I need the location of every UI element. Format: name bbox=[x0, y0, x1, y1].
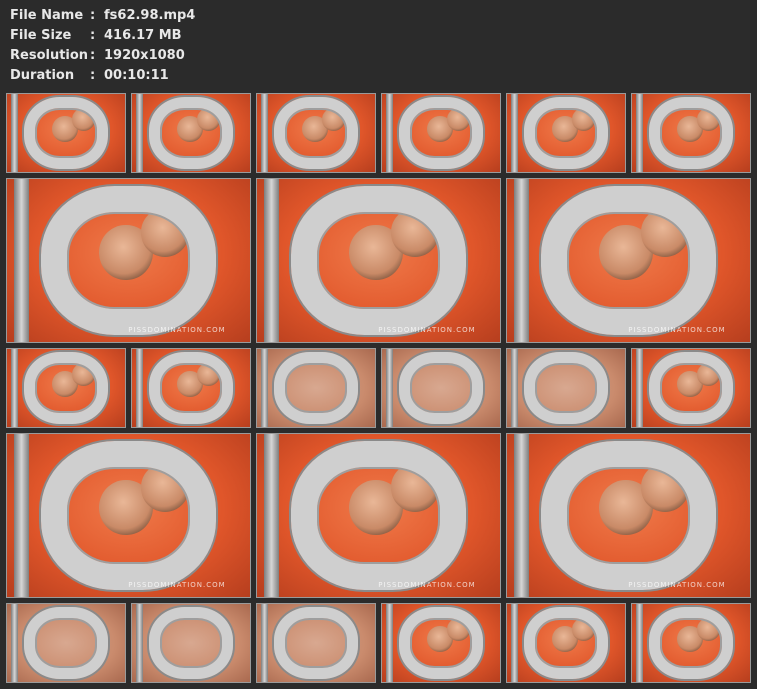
video-thumbnail bbox=[131, 348, 251, 428]
seat-hinge bbox=[510, 349, 518, 427]
video-thumbnail: PISSDOMINATION.COM bbox=[256, 433, 501, 598]
toilet-seat-frame bbox=[23, 97, 109, 169]
seat-hinge bbox=[135, 94, 143, 172]
seat-hinge bbox=[135, 604, 143, 682]
toilet-seat-frame bbox=[523, 352, 609, 424]
seat-hinge bbox=[635, 349, 643, 427]
toilet-seat-frame bbox=[291, 440, 466, 591]
video-thumbnail bbox=[6, 93, 126, 173]
watermark-text: PISSDOMINATION.COM bbox=[378, 325, 476, 334]
video-thumbnail bbox=[631, 93, 751, 173]
toilet-seat-frame bbox=[41, 185, 216, 336]
video-thumbnail bbox=[6, 348, 126, 428]
video-thumbnail bbox=[381, 603, 501, 683]
toilet-seat-frame bbox=[398, 97, 484, 169]
video-thumbnail bbox=[631, 603, 751, 683]
video-thumbnail: PISSDOMINATION.COM bbox=[506, 433, 751, 598]
video-thumbnail: PISSDOMINATION.COM bbox=[6, 433, 251, 598]
seat-hinge bbox=[10, 349, 18, 427]
watermark-text: PISSDOMINATION.COM bbox=[628, 580, 726, 589]
seat-hinge bbox=[135, 349, 143, 427]
video-thumbnail: PISSDOMINATION.COM bbox=[6, 178, 251, 343]
toilet-seat-frame bbox=[273, 97, 359, 169]
video-thumbnail bbox=[131, 93, 251, 173]
seat-hinge bbox=[10, 604, 18, 682]
seat-hinge bbox=[510, 94, 518, 172]
video-thumbnail bbox=[506, 348, 626, 428]
video-thumbnail bbox=[256, 348, 376, 428]
video-thumbnail bbox=[631, 348, 751, 428]
toilet-seat-frame bbox=[291, 185, 466, 336]
video-thumbnail bbox=[381, 348, 501, 428]
toilet-seat-frame bbox=[648, 607, 734, 679]
toilet-seat-frame bbox=[523, 97, 609, 169]
video-thumbnail bbox=[256, 603, 376, 683]
seat-hinge bbox=[260, 604, 268, 682]
seat-hinge bbox=[264, 179, 279, 342]
seat-hinge bbox=[260, 94, 268, 172]
toilet-seat-frame bbox=[148, 97, 234, 169]
toilet-seat-frame bbox=[23, 352, 109, 424]
toilet-seat-frame bbox=[41, 440, 216, 591]
seat-hinge bbox=[10, 94, 18, 172]
toilet-seat-frame bbox=[398, 607, 484, 679]
watermark-text: PISSDOMINATION.COM bbox=[128, 580, 226, 589]
video-thumbnail: PISSDOMINATION.COM bbox=[506, 178, 751, 343]
toilet-seat-frame bbox=[23, 607, 109, 679]
toilet-seat-frame bbox=[648, 97, 734, 169]
seat-hinge bbox=[260, 349, 268, 427]
seat-hinge bbox=[635, 94, 643, 172]
watermark-text: PISSDOMINATION.COM bbox=[128, 325, 226, 334]
video-thumbnail bbox=[131, 603, 251, 683]
seat-hinge bbox=[264, 434, 279, 597]
seat-hinge bbox=[385, 94, 393, 172]
seat-hinge bbox=[635, 604, 643, 682]
seat-hinge bbox=[514, 434, 529, 597]
toilet-seat-frame bbox=[148, 352, 234, 424]
seat-hinge bbox=[510, 604, 518, 682]
toilet-seat-frame bbox=[648, 352, 734, 424]
video-thumbnail bbox=[256, 93, 376, 173]
toilet-seat-frame bbox=[523, 607, 609, 679]
toilet-seat-frame bbox=[273, 607, 359, 679]
toilet-seat-frame bbox=[273, 352, 359, 424]
toilet-seat-frame bbox=[541, 185, 716, 336]
seat-hinge bbox=[385, 604, 393, 682]
video-thumbnail bbox=[506, 93, 626, 173]
video-thumbnail: PISSDOMINATION.COM bbox=[256, 178, 501, 343]
video-thumbnail bbox=[381, 93, 501, 173]
thumbnail-grid: PISSDOMINATION.COM PISSDOMINATION.COM PISS… bbox=[0, 0, 757, 689]
watermark-text: PISSDOMINATION.COM bbox=[628, 325, 726, 334]
seat-hinge bbox=[14, 179, 29, 342]
video-thumbnail bbox=[506, 603, 626, 683]
video-thumbnail bbox=[6, 603, 126, 683]
watermark-text: PISSDOMINATION.COM bbox=[378, 580, 476, 589]
toilet-seat-frame bbox=[398, 352, 484, 424]
toilet-seat-frame bbox=[541, 440, 716, 591]
seat-hinge bbox=[385, 349, 393, 427]
toilet-seat-frame bbox=[148, 607, 234, 679]
seat-hinge bbox=[514, 179, 529, 342]
seat-hinge bbox=[14, 434, 29, 597]
